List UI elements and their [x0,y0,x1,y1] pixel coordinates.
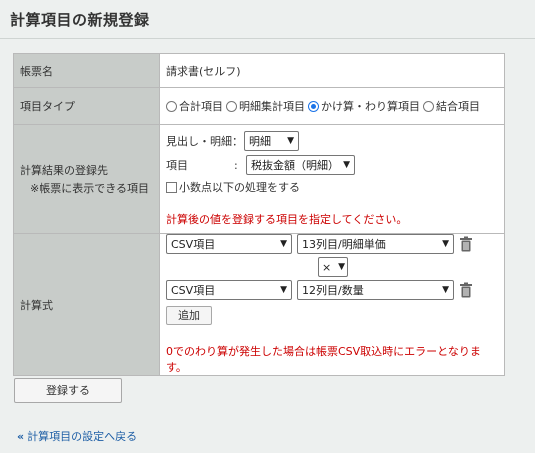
name-label: 帳票名 [13,53,160,88]
row1-source-select[interactable]: CSV項目 ▼ [166,234,292,254]
row2-source-select[interactable]: CSV項目 ▼ [166,280,292,300]
registration-form: 帳票名 請求書(セルフ) 項目タイプ 合計項目 明細集計項目 かけ算・わり算項目 [13,53,505,376]
add-line: 追加 [166,306,498,325]
formula-label: 計算式 [13,233,160,376]
radio-concat-label: 結合項目 [436,100,480,113]
radio-multiply-divide[interactable]: かけ算・わり算項目 [308,98,420,114]
decimal-checkbox-label: 小数点以下の処理をする [179,181,300,194]
destination-note: ※帳票に表示できる項目 [30,182,149,195]
type-options: 合計項目 明細集計項目 かけ算・わり算項目 結合項目 [159,87,505,125]
row2-source-value: CSV項目 [171,284,216,297]
destination-label: 計算結果の登録先 [20,164,108,177]
radio-detail-sum-circle[interactable] [226,100,237,112]
radio-concat[interactable]: 結合項目 [423,98,480,114]
form-row-formula: 計算式 CSV項目 ▼ 13列目/明細単価 ▼ × ▼ CSV項目 ▼ 12列目… [13,233,505,376]
radio-multiply-divide-circle[interactable] [308,100,319,112]
operator-line: × ▼ [166,254,498,280]
row1-field-value: 13列目/明細単価 [302,238,386,251]
chevron-down-icon: ▼ [442,285,449,295]
radio-multiply-divide-label: かけ算・わり算項目 [321,100,420,113]
name-value: 請求書(セルフ) [159,53,505,88]
destination-label-cell: 計算結果の登録先 ※帳票に表示できる項目 [13,124,160,234]
radio-concat-circle[interactable] [423,100,434,112]
operator-value: × [322,260,332,274]
formula-fields: CSV項目 ▼ 13列目/明細単価 ▼ × ▼ CSV項目 ▼ 12列目/数量 … [159,233,505,376]
form-row-destination: 計算結果の登録先 ※帳票に表示できる項目 見出し・明細： 明細 ▼ 項目 : 税… [13,124,505,234]
heading-select[interactable]: 明細 ▼ [244,131,299,151]
formula-row-2: CSV項目 ▼ 12列目/数量 ▼ [166,280,498,300]
chevron-down-icon: ▼ [280,285,287,295]
back-link[interactable]: «計算項目の設定へ戻る [17,428,137,444]
radio-total-circle[interactable] [166,100,177,112]
operator-select[interactable]: × ▼ [318,257,348,277]
back-link-label: 計算項目の設定へ戻る [27,430,138,443]
type-label: 項目タイプ [13,87,160,125]
row2-field-select[interactable]: 12列目/数量 ▼ [297,280,454,300]
trash-icon[interactable] [459,236,473,252]
row2-field-value: 12列目/数量 [302,284,364,297]
formula-warning: 0でのわり算が発生した場合は帳票CSV取込時にエラーとなります。 [166,345,481,374]
item-select[interactable]: 税抜金額（明細） ▼ [246,155,355,175]
chevron-down-icon: ▼ [287,136,294,146]
add-button[interactable]: 追加 [166,306,212,325]
trash-icon[interactable] [459,282,473,298]
radio-total-label: 合計項目 [179,100,223,113]
destination-fields: 見出し・明細： 明細 ▼ 項目 : 税抜金額（明細） ▼ 小数点以下の処理をする… [159,124,505,234]
chevron-down-icon: ▼ [338,262,345,272]
type-radio-group: 合計項目 明細集計項目 かけ算・わり算項目 結合項目 [166,98,498,114]
decimal-checkbox[interactable] [166,181,177,193]
item-label: 項目 [166,159,188,172]
heading-select-value: 明細 [249,135,271,148]
radio-detail-sum[interactable]: 明細集計項目 [226,98,305,114]
submit-button[interactable]: 登録する [14,378,122,403]
radio-total[interactable]: 合計項目 [166,98,223,114]
row1-field-select[interactable]: 13列目/明細単価 ▼ [297,234,454,254]
decimal-line: 小数点以下の処理をする [166,179,498,195]
chevron-down-icon: ▼ [442,239,449,249]
heading-label: 見出し・明細： [166,135,243,148]
row1-source-value: CSV項目 [171,238,216,251]
page-title: 計算項目の新規登録 [10,11,150,29]
chevron-down-icon: ▼ [280,239,287,249]
item-line: 項目 : 税抜金額（明細） ▼ [166,155,498,175]
title-divider [0,38,535,39]
double-chevron-left-icon: « [17,430,25,443]
chevron-down-icon: ▼ [343,160,350,170]
destination-hint: 計算後の値を登録する項目を指定してください。 [166,213,408,226]
item-colon: : [234,158,238,172]
formula-row-1: CSV項目 ▼ 13列目/明細単価 ▼ [166,234,498,254]
heading-line: 見出し・明細： 明細 ▼ [166,131,498,151]
form-row-type: 項目タイプ 合計項目 明細集計項目 かけ算・わり算項目 結合項目 [13,87,505,125]
radio-detail-sum-label: 明細集計項目 [239,100,305,113]
form-row-name: 帳票名 請求書(セルフ) [13,53,505,88]
item-select-value: 税抜金額（明細） [251,159,339,172]
